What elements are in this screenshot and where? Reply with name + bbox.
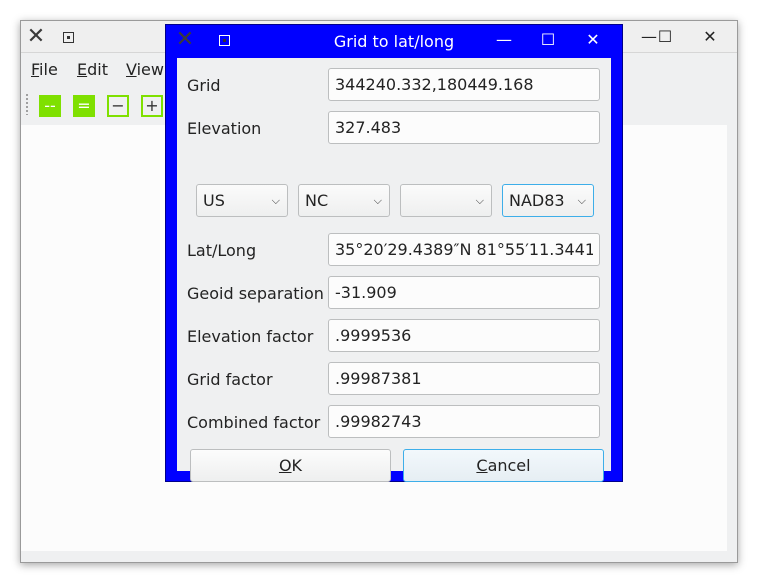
country-combo[interactable]: US ⌵ — [196, 184, 288, 217]
dialog-minimize-button[interactable]: — — [489, 28, 519, 52]
maximize-button[interactable]: ☐ — [650, 25, 680, 49]
dash-dash-icon[interactable]: -- — [39, 95, 61, 117]
elevation-label: Elevation — [187, 119, 262, 138]
geoid-separation-label: Geoid separation — [187, 284, 324, 303]
grid-to-latlong-dialog: ✕ Grid to lat/long — ☐ ✕ Grid Elevation … — [165, 24, 623, 482]
state-combo[interactable]: NC ⌵ — [298, 184, 390, 217]
close-button[interactable]: ✕ — [695, 25, 725, 49]
menu-view[interactable]: View — [126, 60, 164, 79]
dialog-titlebar[interactable]: ✕ Grid to lat/long — ☐ ✕ — [166, 25, 622, 57]
cancel-button[interactable]: Cancel — [403, 449, 604, 482]
dialog-maximize-button[interactable]: ☐ — [533, 28, 563, 52]
chevron-down-icon: ⌵ — [373, 194, 382, 207]
zone-combo[interactable]: ⌵ — [400, 184, 492, 217]
chevron-down-icon: ⌵ — [475, 194, 484, 207]
dialog-close-button[interactable]: ✕ — [578, 28, 608, 52]
grid-factor-input[interactable] — [328, 362, 600, 395]
datum-combo[interactable]: NAD83 ⌵ — [502, 184, 594, 217]
equals-icon[interactable]: = — [73, 95, 95, 117]
elevation-factor-input[interactable] — [328, 319, 600, 352]
latlong-input[interactable] — [328, 233, 600, 266]
geoid-separation-input[interactable] — [328, 276, 600, 309]
ok-button[interactable]: OK — [190, 449, 391, 482]
x11-app-icon[interactable]: ✕ — [23, 25, 49, 49]
dialog-body: Grid Elevation US⌵ NC⌵ ⌵ NAD83⌵ Lat/Long… — [177, 58, 611, 482]
grid-input[interactable] — [328, 68, 600, 101]
latlong-label: Lat/Long — [187, 241, 257, 260]
toolbar-grip[interactable] — [25, 93, 29, 115]
elevation-input[interactable] — [328, 111, 600, 144]
minus-icon[interactable]: − — [107, 95, 129, 117]
plus-icon[interactable]: + — [141, 95, 163, 117]
chevron-down-icon: ⌵ — [577, 194, 586, 207]
pin-icon[interactable] — [63, 32, 74, 43]
combined-factor-label: Combined factor — [187, 413, 321, 432]
grid-label: Grid — [187, 76, 221, 95]
menu-edit[interactable]: Edit — [77, 60, 108, 79]
menu-file[interactable]: File — [31, 60, 58, 79]
chevron-down-icon: ⌵ — [271, 194, 280, 207]
elevation-factor-label: Elevation factor — [187, 327, 314, 346]
grid-factor-label: Grid factor — [187, 370, 273, 389]
combined-factor-input[interactable] — [328, 405, 600, 438]
